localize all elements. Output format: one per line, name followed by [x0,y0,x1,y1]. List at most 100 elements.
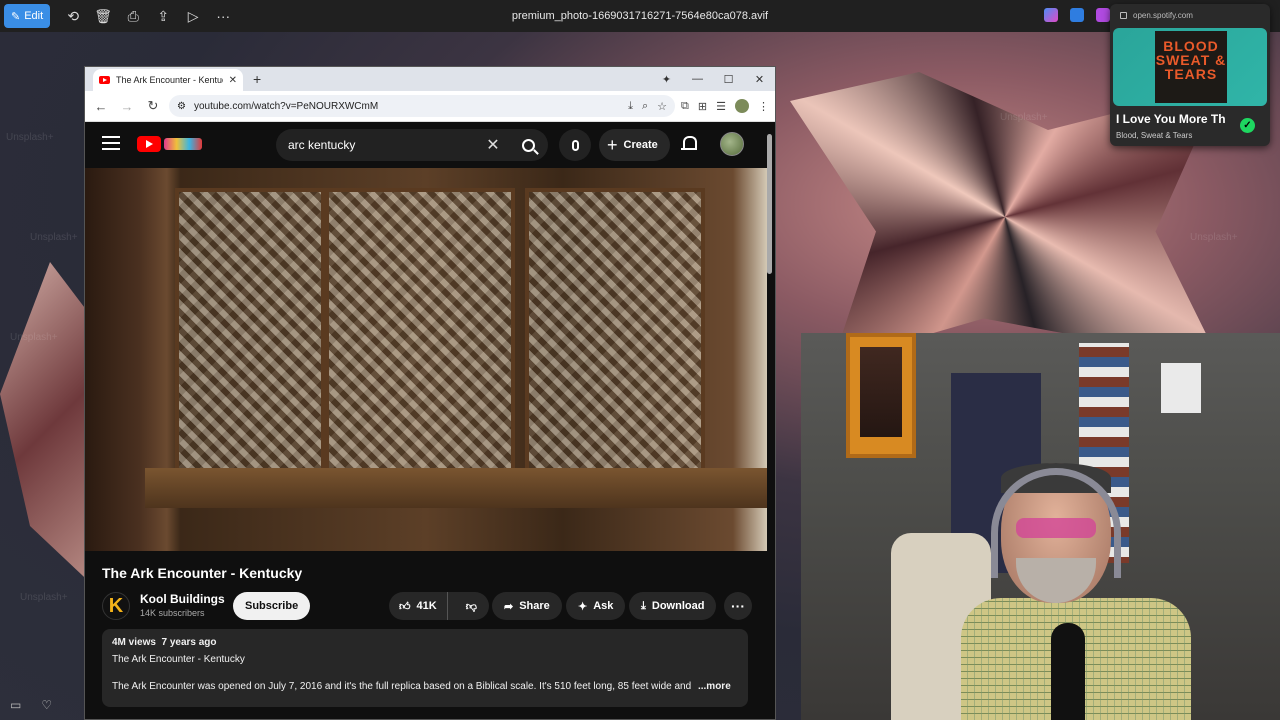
youtube-favicon-icon [99,76,110,84]
search-button[interactable] [508,129,548,161]
channel-name[interactable]: Kool Buildings [140,592,225,606]
rotate-icon[interactable]: ⟲ [58,4,88,28]
close-window-icon[interactable]: ✕ [744,73,775,86]
youtube-doodle [164,138,202,150]
tab-title: The Ark Encounter - Kentucky [116,75,223,85]
site-info-icon[interactable]: ⚙ [177,101,186,112]
share-button[interactable]: ➦ Share [492,592,562,620]
forward-icon[interactable]: → [117,99,137,114]
url-text: youtube.com/watch?v=PeNOURXWCmM [193,100,379,112]
zoom-icon[interactable]: ⌕ [642,100,648,113]
more-actions-button[interactable]: ··· [724,592,752,620]
create-label: Create [623,139,658,151]
like-count: 41K [416,600,437,612]
minimize-icon[interactable]: — [682,73,713,85]
filmstrip-icon[interactable]: ▭ [10,698,21,712]
back-icon[interactable]: ← [91,99,111,114]
edit-label: Edit [24,10,44,22]
gemini-icon[interactable]: ✦ [651,73,682,86]
download-icon: ⤓ [641,599,646,612]
photo-viewer-toolbar: ✎ Edit ⟲ 🗑 ⎙ ⇪ ▷ ··· premium_photo-16690… [0,0,1280,32]
print-icon[interactable]: ⎙ [118,4,148,28]
video-title: The Ark Encounter - Kentucky [102,565,303,581]
notifications-bell-icon[interactable] [681,135,697,153]
youtube-header: ✕ + Create [85,122,775,168]
description-body: The Ark Encounter was opened on July 7, … [112,681,731,692]
window-controls: ✦ — ☐ ✕ [651,67,775,91]
like-dislike-group: 👍︎ 41K 👎︎ [389,592,489,620]
channel-avatar[interactable]: K [102,592,130,620]
video-player[interactable] [85,168,767,551]
install-app-icon[interactable]: ⤓ [628,100,633,113]
share-arrow-icon: ➦ [504,600,514,613]
paint-icon[interactable] [1070,8,1084,22]
album-art-panel: BLOOD SWEAT & TEARS [1113,28,1267,106]
reload-icon[interactable]: ↻ [143,98,163,114]
extensions-icon[interactable]: ⧉ [681,100,689,113]
channel-row: K Kool Buildings 14K subscribers Subscri… [102,589,752,623]
url-field[interactable]: ⚙ youtube.com/watch?v=PeNOURXWCmM ⤓ ⌕ ☆ [169,95,676,117]
description-title: The Ark Encounter - Kentucky [112,654,245,665]
share-icon[interactable]: ⇪ [148,4,178,28]
app-icon[interactable] [1096,8,1110,22]
download-button[interactable]: ⤓ Download [629,592,717,620]
wall-picture-frame [846,333,916,458]
create-button[interactable]: + Create [599,129,670,161]
browser-menu-icon[interactable]: ⋮ [758,100,769,113]
browser-tab[interactable]: The Ark Encounter - Kentucky ✕ [93,69,243,91]
address-actions: ⤓ ⌕ ☆ [628,100,667,113]
edit-button[interactable]: ✎ Edit [4,4,51,28]
microphone-icon [571,139,579,151]
browser-window: The Ark Encounter - Kentucky ✕ + ✦ — ☐ ✕… [84,66,776,720]
show-more-link[interactable]: ...more [698,681,731,692]
ask-button[interactable]: ✦ Ask [566,592,626,620]
account-avatar[interactable] [720,132,744,156]
dislike-button[interactable]: 👎︎ [454,600,489,613]
profile-avatar[interactable] [735,99,749,113]
close-tab-icon[interactable]: ✕ [229,75,237,86]
maximize-icon[interactable]: ☐ [713,73,744,86]
description-box[interactable]: 4M views 7 years ago The Ark Encounter -… [102,629,748,707]
voice-search-button[interactable] [559,129,591,161]
sparkle-icon: ✦ [578,600,588,613]
search-box: ✕ [276,129,548,161]
watermark: Unsplash+ [1000,112,1048,123]
page-scrollbar[interactable] [767,134,772,274]
microphone-stand [1051,623,1085,720]
search-input[interactable] [288,138,478,152]
youtube-logo[interactable] [137,134,205,154]
address-bar: ← → ↻ ⚙ youtube.com/watch?v=PeNOURXWCmM … [85,91,775,122]
subscribe-button[interactable]: Subscribe [233,592,311,620]
ask-label: Ask [593,600,614,612]
upload-age: 7 years ago [161,637,217,648]
album-cover: BLOOD SWEAT & TEARS [1155,31,1227,103]
site-icon [1120,11,1127,19]
more-options-icon[interactable]: ··· [208,4,238,28]
extension-tray [1044,8,1110,22]
clear-search-icon[interactable]: ✕ [478,135,508,155]
view-count: 4M views [112,637,156,648]
hamburger-menu-icon[interactable] [102,136,120,150]
thumbs-down-icon: 👎︎ [465,600,477,613]
spotify-media-popup[interactable]: open.spotify.com BLOOD SWEAT & TEARS I L… [1110,4,1270,146]
media-icon[interactable]: ⊞ [698,100,707,113]
description-text: The Ark Encounter was opened on July 7, … [112,681,692,692]
youtube-play-icon [137,136,161,152]
new-tab-icon[interactable]: + [253,71,261,87]
artist-name: Blood, Sweat & Tears [1116,131,1193,140]
pencil-icon: ✎ [11,10,21,23]
reading-list-icon[interactable]: ☰ [716,100,726,113]
slideshow-icon[interactable]: ▷ [178,4,208,28]
bookmark-star-icon[interactable]: ☆ [657,100,667,113]
youtube-page: ✕ + Create The Ark Encounter - Kentucky … [85,122,775,719]
saved-check-icon[interactable]: ✓ [1240,118,1255,133]
subscriber-count: 14K subscribers [140,608,205,618]
watermark: Unsplash+ [20,592,68,603]
favorite-icon[interactable]: ♡ [41,698,52,712]
video-frame-cabinet [325,188,515,498]
copilot-icon[interactable] [1044,8,1058,22]
like-button[interactable]: 👍︎ 41K [389,592,448,620]
watermark: Unsplash+ [10,332,58,343]
wall-poster [1161,363,1201,413]
delete-icon[interactable]: 🗑 [88,4,118,28]
